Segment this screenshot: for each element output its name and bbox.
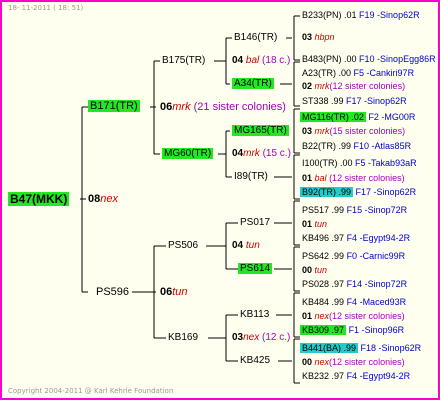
gen4-entry[interactable]: MG116(TR) .02 F2 -MG00R xyxy=(300,112,415,122)
gen4-entry[interactable]: ST338 .99 F17 -Sinop62R xyxy=(302,97,407,106)
gen4-entry[interactable]: PS028 .97 F14 -Sinop72R xyxy=(302,280,407,289)
gen2-mating-3: 04 tun xyxy=(232,240,260,251)
root-mating: 08nex xyxy=(88,193,118,205)
gen3-node-3[interactable]: MG165(TR) xyxy=(232,125,289,136)
gen2-node-4[interactable]: KB169 xyxy=(168,333,198,343)
gen2-node-2[interactable]: MG60(TR) xyxy=(162,148,214,159)
gen4-entry[interactable]: KB496 .97 F4 -Egypt94-2R xyxy=(302,234,410,243)
gen2-node-1[interactable]: B175(TR) xyxy=(162,56,205,66)
root-name: B47(MKK) xyxy=(8,192,70,206)
gen4-mating: 01 bal (12 sister colonies) xyxy=(302,173,405,183)
gen4-mating: 03 hbpn xyxy=(302,32,335,42)
gen2-node-3[interactable]: PS506 xyxy=(168,241,198,251)
gen3-node-2[interactable]: A34(TR) xyxy=(232,78,274,89)
root-mark: nex xyxy=(100,193,118,205)
gen4-entry[interactable]: KB484 .99 F4 -Maced93R xyxy=(302,298,406,307)
gen4-mating: 03 mrk(15 sister colonies) xyxy=(302,126,406,136)
gen4-entry[interactable]: A23(TR) .00 F5 -Cankiri97R xyxy=(302,69,414,78)
gen4-entry[interactable]: KB232 .97 F4 -Egypt94-2R xyxy=(302,372,410,381)
sire-node[interactable]: PS596 xyxy=(96,287,129,298)
gen4-mating: 01 tun xyxy=(302,219,328,229)
gen4-mating: 00 nex(12 sister colonies) xyxy=(302,357,405,367)
gen4-entry[interactable]: PS517 .99 F15 -Sinop72R xyxy=(302,206,407,215)
gen4-entry[interactable]: PS642 .99 F0 -Carnic99R xyxy=(302,252,405,261)
gen3-node-6[interactable]: PS614 xyxy=(238,263,273,274)
gen4-entry[interactable]: B233(PN) .01 F19 -Sinop62R xyxy=(302,11,420,20)
gen4-entry[interactable]: I100(TR) .00 F5 -Takab93aR xyxy=(302,159,417,168)
gen3-node-1[interactable]: B146(TR) xyxy=(234,33,277,43)
gen2-mating-4: 03nex (12 c.) xyxy=(232,332,291,343)
gen4-entry[interactable]: B92(TR) .99 F17 -Sinop62R xyxy=(300,187,416,197)
gen3-node-4[interactable]: I89(TR) xyxy=(234,172,268,182)
gen3-node-7[interactable]: KB113 xyxy=(240,310,269,320)
root-node[interactable]: B47(MKK) xyxy=(8,192,70,206)
gen4-entry[interactable]: B441(BA) .99 F18 -Sinop62R xyxy=(300,343,421,353)
gen4-mating: 00 tun xyxy=(302,265,328,275)
gen3-node-8[interactable]: KB425 xyxy=(240,356,270,366)
gen4-mating: 02 mrk(12 sister colonies) xyxy=(302,81,406,91)
pedigree-frame: 18- 11-2011 ( 18: 51) B47(MKK) 08nex B17… xyxy=(0,0,440,400)
gen2-mating-2: 04mrk (15 c.) xyxy=(232,148,291,159)
footer-copyright: Copyright 2004-2011 @ Karl Kehrle Founda… xyxy=(8,387,174,395)
gen4-mating: 01 nex(12 sister colonies) xyxy=(302,311,405,321)
gen4-entry[interactable]: B22(TR) .99 F10 -Atlas85R xyxy=(302,142,411,151)
header-date: 18- 11-2011 ( 18: 51) xyxy=(8,4,84,12)
dam-mating: 06mrk (21 sister colonies) xyxy=(160,101,286,113)
gen2-mating-1: 04 bal (18 c.) xyxy=(232,55,291,66)
dam-node[interactable]: B171(TR) xyxy=(88,100,140,112)
sire-mating: 06tun xyxy=(160,286,188,298)
gen4-entry[interactable]: B483(PN) .00 F10 -SinopEgg86R xyxy=(302,55,436,64)
gen3-node-5[interactable]: PS017 xyxy=(240,218,270,228)
gen4-entry[interactable]: KB309 .97 F1 -Sinop96R xyxy=(300,325,404,335)
